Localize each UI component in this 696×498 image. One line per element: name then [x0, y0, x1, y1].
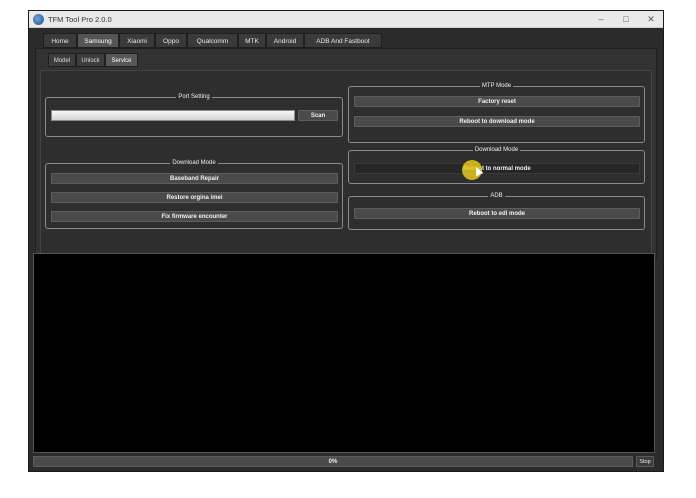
tab-model[interactable]: Model	[48, 53, 76, 67]
minimize-button[interactable]: –	[589, 11, 613, 27]
tab-xiaomi[interactable]: Xiaomi	[119, 33, 155, 48]
window-title: TFM Tool Pro 2.0.0	[48, 15, 112, 24]
port-setting-group: Port Setting Scan	[45, 94, 343, 137]
port-select[interactable]	[51, 110, 295, 121]
reboot-normal-mode-button[interactable]: Reboot to normal mode	[354, 163, 640, 174]
reboot-download-mode-button[interactable]: Reboot to download mode	[354, 116, 640, 127]
tab-android[interactable]: Android	[266, 33, 304, 48]
samsung-panel: Model Unlock Service Port Setting Scan D…	[35, 48, 657, 260]
port-setting-title: Port Setting	[176, 94, 212, 100]
download-mode-right-title: Download Mode	[472, 147, 521, 153]
log-console[interactable]	[33, 253, 655, 453]
tab-unlock[interactable]: Unlock	[76, 53, 105, 67]
mtp-mode-title: MTP Mode	[479, 83, 514, 89]
download-mode-left-title: Download Mode	[170, 160, 218, 166]
tab-home[interactable]: Home	[43, 33, 77, 48]
reboot-edl-mode-button[interactable]: Reboot to edl mode	[354, 208, 640, 219]
adb-title: ADB	[488, 193, 505, 199]
fix-firmware-button[interactable]: Fix firmware encounter	[51, 211, 338, 222]
service-content: Port Setting Scan Download Mode Baseband…	[40, 70, 652, 256]
tab-service[interactable]: Service	[105, 53, 138, 67]
baseband-repair-button[interactable]: Baseband Repair	[51, 173, 338, 184]
tab-qualcomm[interactable]: Qualcomm	[187, 33, 238, 48]
restore-imei-button[interactable]: Restore orgina imei	[51, 192, 338, 203]
progress-text: 0%	[328, 459, 338, 465]
progress-bar: 0%	[33, 456, 633, 467]
app-logo-icon	[33, 14, 44, 25]
tab-adb-fastboot[interactable]: ADB And Fastboot	[304, 33, 382, 48]
close-button[interactable]: ✕	[639, 11, 663, 27]
maximize-button[interactable]: □	[614, 11, 638, 27]
tab-oppo[interactable]: Oppo	[155, 33, 187, 48]
tab-mtk[interactable]: MTK	[238, 33, 266, 48]
adb-group: ADB Reboot to edl mode	[348, 193, 645, 230]
stop-button[interactable]: Stop	[636, 456, 654, 467]
app-window: TFM Tool Pro 2.0.0 – □ ✕ Home Samsung Xi…	[28, 10, 664, 472]
download-mode-right-group: Download Mode Reboot to normal mode	[348, 147, 645, 184]
mtp-mode-group: MTP Mode Factory reset Reboot to downloa…	[348, 83, 645, 143]
factory-reset-button[interactable]: Factory reset	[354, 96, 640, 107]
tab-samsung[interactable]: Samsung	[77, 33, 119, 48]
scan-button[interactable]: Scan	[298, 110, 338, 121]
title-bar: TFM Tool Pro 2.0.0 – □ ✕	[29, 11, 663, 28]
download-mode-left-group: Download Mode Baseband Repair Restore or…	[45, 160, 343, 229]
